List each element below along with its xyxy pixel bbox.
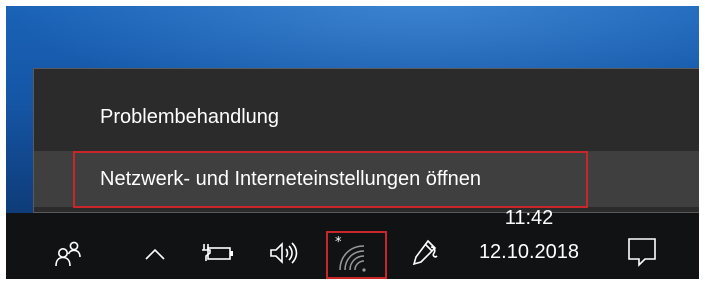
svg-text:*: *	[335, 235, 342, 250]
chevron-up-icon[interactable]	[140, 241, 170, 267]
battery-plugged-icon[interactable]	[200, 239, 238, 267]
taskbar-clock[interactable]: 11:42 12.10.2018	[464, 207, 594, 279]
system-tray: * 11:42 12.10.2018	[6, 207, 705, 279]
menu-item-troubleshoot[interactable]: Problembehandlung	[34, 89, 704, 145]
speaker-volume-icon[interactable]	[266, 237, 302, 269]
menu-item-label: Netzwerk- und Interneteinstellungen öffn…	[100, 167, 481, 190]
menu-item-open-network-settings[interactable]: Netzwerk- und Interneteinstellungen öffn…	[34, 151, 704, 207]
people-icon[interactable]	[52, 237, 86, 271]
taskbar: * 11:42 12.10.2018	[6, 207, 705, 279]
pen-ink-icon[interactable]	[406, 235, 442, 271]
network-context-menu: Problembehandlung Netzwerk- und Internet…	[33, 68, 705, 213]
wifi-disconnected-icon[interactable]: *	[330, 233, 384, 277]
clock-time: 11:42	[504, 207, 554, 229]
clock-date: 12.10.2018	[478, 241, 580, 263]
menu-item-label: Problembehandlung	[100, 105, 280, 128]
action-center-icon[interactable]	[622, 231, 662, 271]
